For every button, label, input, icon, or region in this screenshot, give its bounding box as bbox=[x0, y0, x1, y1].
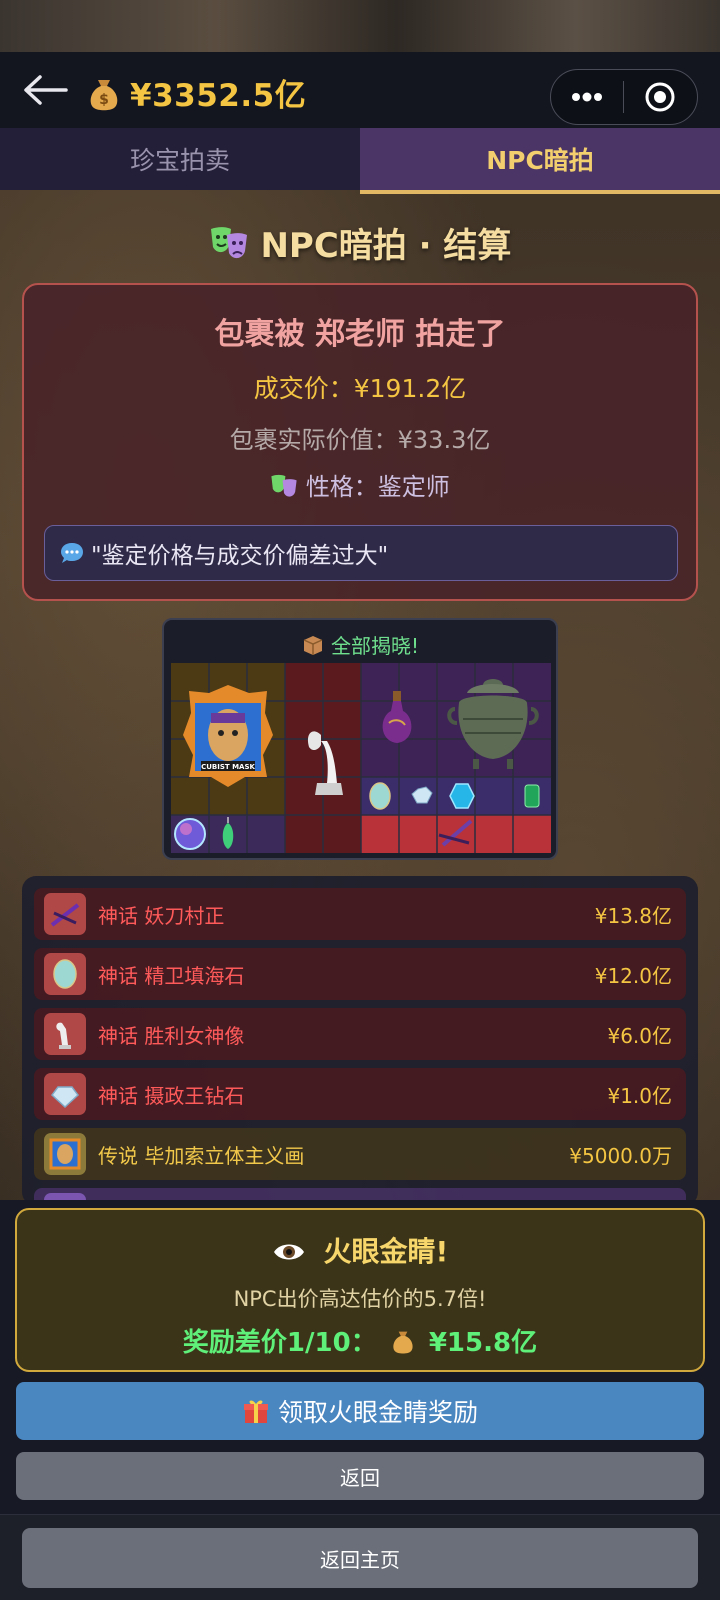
item-grid: CUBIST MASK bbox=[171, 663, 551, 853]
theater-masks-icon bbox=[209, 225, 249, 270]
npc-persona: 性格：鉴定师 bbox=[24, 467, 696, 505]
reveal-grid-panel: 全部揭晓! CUBIST MASK bbox=[162, 618, 558, 860]
balance-display: $ ¥3352.5亿 bbox=[84, 70, 306, 115]
cubist-painting-icon bbox=[44, 1133, 86, 1175]
list-item: 神话 胜利女神像 ¥6.0亿 bbox=[34, 1008, 686, 1060]
item-value: ¥12.0亿 bbox=[594, 963, 672, 988]
reward-title: 火眼金睛! bbox=[17, 1230, 703, 1271]
claim-reward-button[interactable]: 领取火眼金睛奖励 bbox=[16, 1382, 704, 1440]
tab-npc-blind-auction[interactable]: NPC暗拍 bbox=[360, 128, 720, 194]
item-name: 神话 妖刀村正 bbox=[98, 903, 225, 928]
persona-text: 性格：鉴定师 bbox=[305, 473, 450, 501]
reward-title-text: 火眼金睛! bbox=[323, 1235, 449, 1268]
item-name: 神话 胜利女神像 bbox=[98, 1023, 245, 1048]
list-item: 神话 摄政王钻石 ¥1.0亿 bbox=[34, 1068, 686, 1120]
back-arrow-icon[interactable] bbox=[22, 72, 68, 108]
item-name: 神话 精卫填海石 bbox=[98, 963, 245, 988]
sharp-eye-reward-card: 火眼金睛! NPC出价高达估价的5.7倍! 奖励差价1/10： ¥15.8亿 bbox=[15, 1208, 705, 1372]
emerald-image bbox=[524, 784, 540, 808]
reveal-title: 全部揭晓! bbox=[164, 630, 556, 659]
iridescent-orb-image bbox=[174, 818, 206, 850]
opal-stone-image bbox=[369, 782, 391, 810]
list-item: 神话 妖刀村正 ¥13.8亿 bbox=[34, 888, 686, 940]
reward-description: NPC出价高达估价的5.7倍! bbox=[233, 1287, 487, 1311]
cubist-mask-image: CUBIST MASK bbox=[183, 685, 273, 787]
close-miniprogram-icon[interactable] bbox=[624, 70, 698, 124]
diamond-icon bbox=[44, 1073, 86, 1115]
status-bar-area bbox=[0, 0, 720, 52]
list-item: 传说 毕加索立体主义画 ¥5000.0万 bbox=[34, 1128, 686, 1180]
blue-gem-image bbox=[449, 783, 475, 809]
deal-price: 成交价：¥191.2亿 bbox=[253, 374, 467, 403]
winged-victory-statue-icon bbox=[44, 1013, 86, 1055]
reveal-title-text: 全部揭晓! bbox=[330, 634, 420, 658]
tab-treasure-auction[interactable]: 珍宝拍卖 bbox=[0, 128, 360, 190]
reward-amount: 奖励差价1/10： ¥15.8亿 bbox=[17, 1322, 703, 1362]
item-value: ¥13.8亿 bbox=[594, 903, 672, 928]
return-home-button[interactable]: 返回主页 bbox=[22, 1528, 698, 1588]
speech-bubble-icon bbox=[59, 541, 85, 565]
reward-amount-label: 奖励差价1/10： bbox=[182, 1328, 377, 1358]
item-name: 传说 毕加索立体主义画 bbox=[98, 1143, 305, 1168]
settlement-card: 包裹被 郑老师 拍走了 成交价：¥191.2亿 包裹实际价值：¥33.3亿 性格… bbox=[22, 283, 698, 601]
item-value: ¥1.0亿 bbox=[607, 1083, 672, 1108]
more-options-icon[interactable] bbox=[551, 70, 623, 124]
reward-amount-value: ¥15.8亿 bbox=[428, 1328, 538, 1358]
gift-icon bbox=[242, 1397, 270, 1425]
quote-text: "鉴定价格与成交价偏差过大" bbox=[91, 543, 389, 569]
settlement-title: NPC暗拍 · 结算 bbox=[260, 226, 512, 266]
actual-value: 包裹实际价值：¥33.3亿 bbox=[229, 426, 491, 454]
opal-stone-icon bbox=[44, 953, 86, 995]
money-bag-icon: $ bbox=[84, 73, 124, 113]
list-item: 神话 精卫填海石 ¥12.0亿 bbox=[34, 948, 686, 1000]
mini-program-capsule bbox=[550, 69, 698, 125]
money-bag-icon bbox=[390, 1327, 416, 1362]
mask-label: CUBIST MASK bbox=[201, 763, 255, 771]
page-title: NPC暗拍 · 结算 bbox=[0, 218, 720, 270]
eye-icon bbox=[272, 1238, 306, 1271]
package-box-icon bbox=[301, 633, 325, 657]
winner-headline: 包裹被 郑老师 拍走了 bbox=[214, 317, 506, 352]
item-value: ¥5000.0万 bbox=[569, 1143, 672, 1168]
item-value-list: 神话 妖刀村正 ¥13.8亿 神话 精卫填海石 ¥12.0亿 神话 胜利女神像 … bbox=[22, 876, 698, 1206]
top-bar: $ ¥3352.5亿 bbox=[0, 52, 720, 128]
balance-amount: ¥3352.5亿 bbox=[130, 78, 307, 114]
katana-icon bbox=[44, 893, 86, 935]
npc-quote: "鉴定价格与成交价偏差过大" bbox=[44, 525, 678, 581]
item-value: ¥6.0亿 bbox=[607, 1023, 672, 1048]
back-button[interactable]: 返回 bbox=[16, 1452, 704, 1500]
claim-reward-label: 领取火眼金睛奖励 bbox=[277, 1398, 478, 1427]
mode-tabs: 珍宝拍卖 NPC暗拍 bbox=[0, 128, 720, 194]
item-name: 神话 摄政王钻石 bbox=[98, 1083, 245, 1108]
svg-text:$: $ bbox=[99, 92, 109, 108]
theater-masks-icon bbox=[270, 473, 298, 505]
